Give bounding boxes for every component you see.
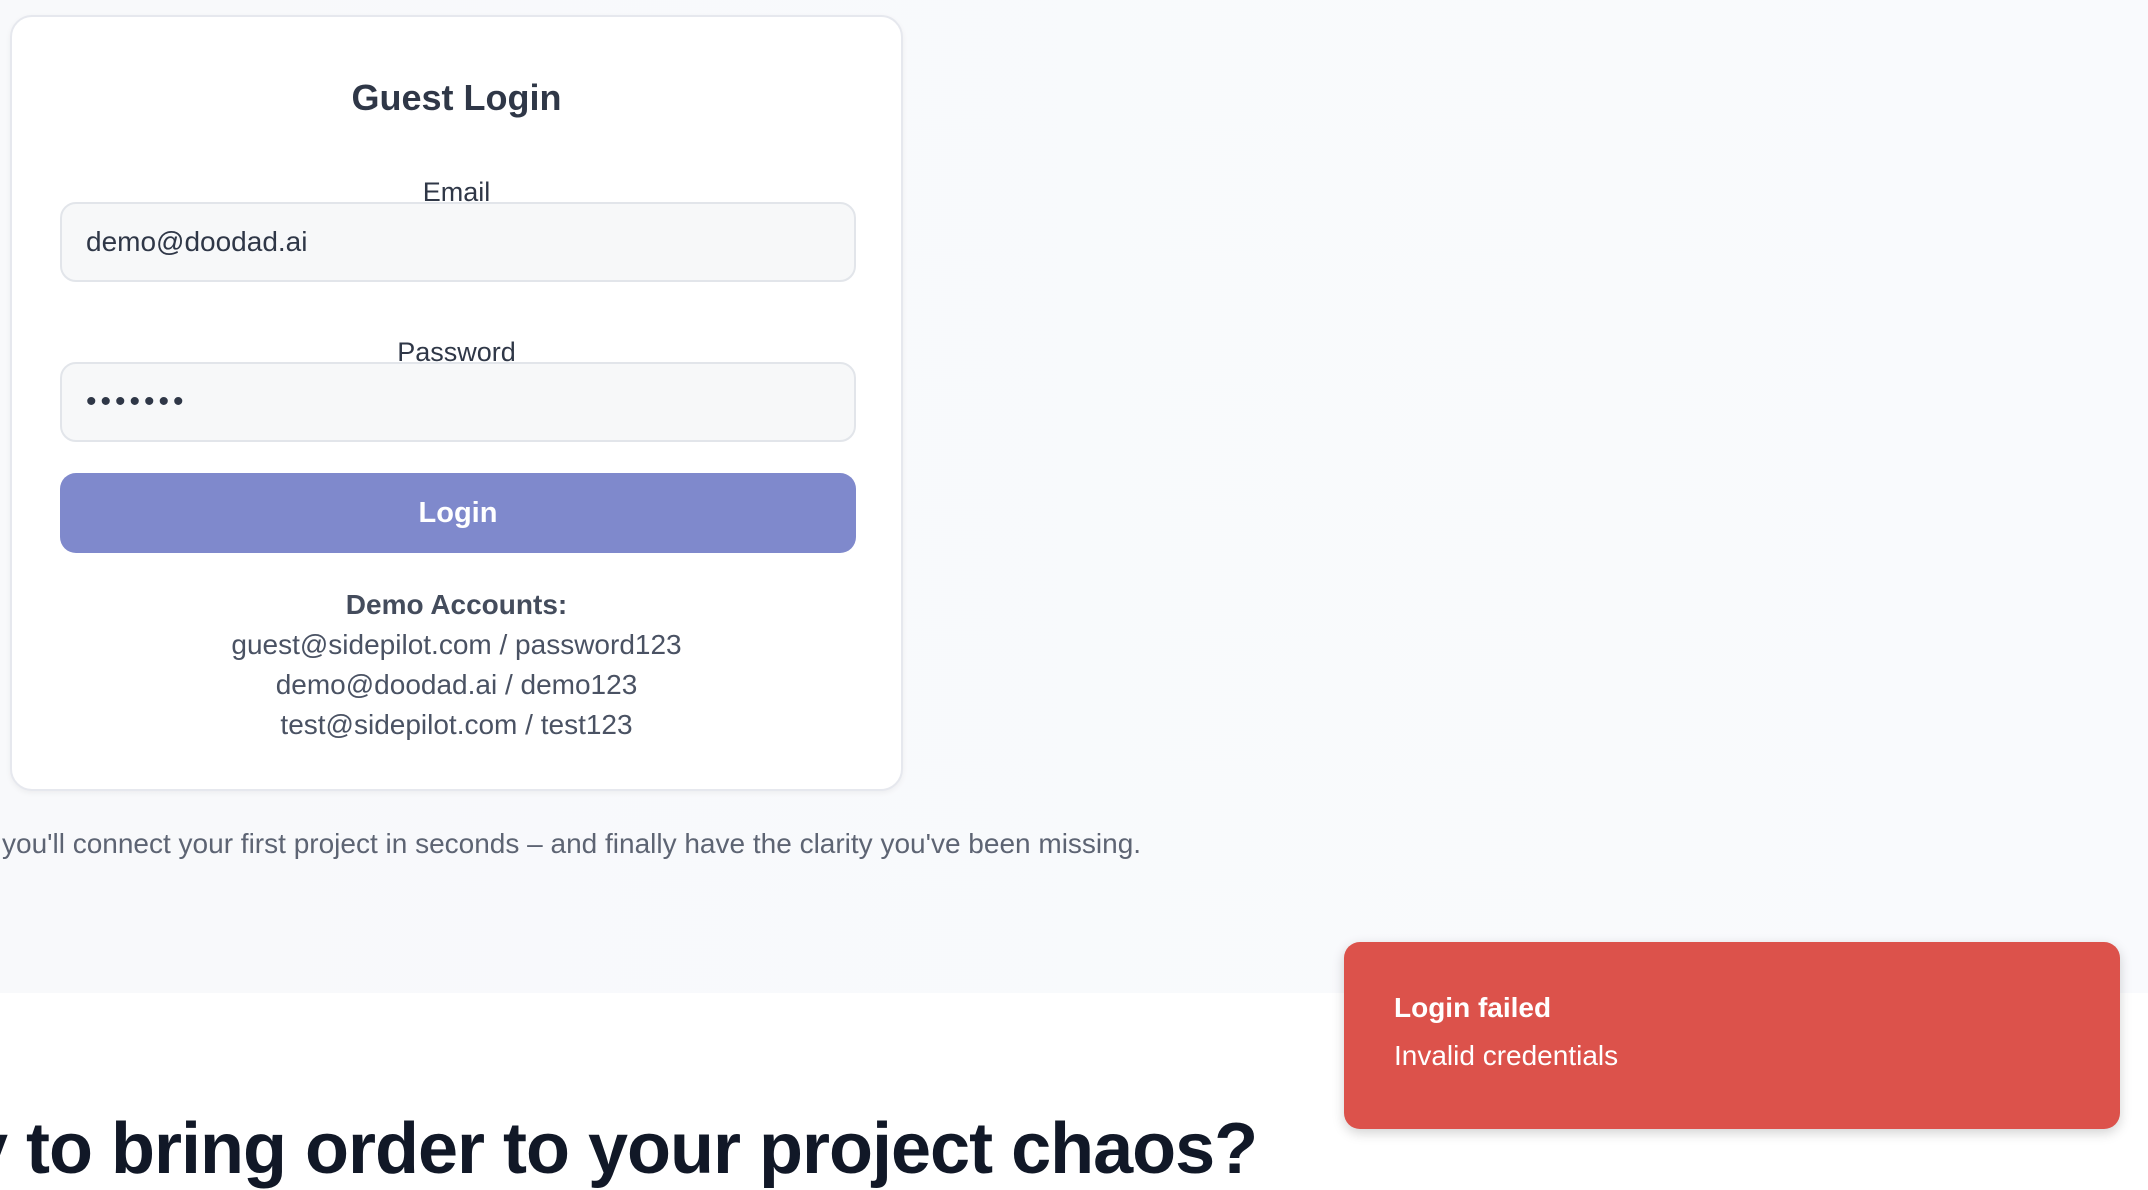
demo-accounts: Demo Accounts: guest@sidepilot.com / pas… — [12, 585, 901, 745]
password-field[interactable] — [60, 362, 856, 442]
hero-section: Guest Login Email Password Login Demo Ac… — [0, 0, 2148, 993]
email-field[interactable] — [60, 202, 856, 282]
demo-account-item: demo@doodad.ai / demo123 — [275, 669, 638, 700]
toast-title: Login failed — [1394, 992, 1552, 1023]
demo-account-item: guest@sidepilot.com / password123 — [231, 629, 682, 660]
toast-message: Invalid credentials — [1394, 1040, 1619, 1071]
demo-account-item: test@sidepilot.com / test123 — [280, 709, 633, 740]
guest-login-card: Guest Login Email Password Login Demo Ac… — [10, 15, 903, 791]
demo-accounts-heading: Demo Accounts: — [345, 589, 568, 620]
cta-heading: y to bring order to your project chaos? — [0, 1109, 1258, 1189]
hero-tagline: you'll connect your first project in sec… — [2, 828, 1142, 859]
error-toast[interactable]: Login failed Invalid credentials — [1344, 942, 2120, 1129]
login-card-title: Guest Login — [351, 77, 562, 118]
login-button[interactable]: Login — [60, 473, 856, 553]
